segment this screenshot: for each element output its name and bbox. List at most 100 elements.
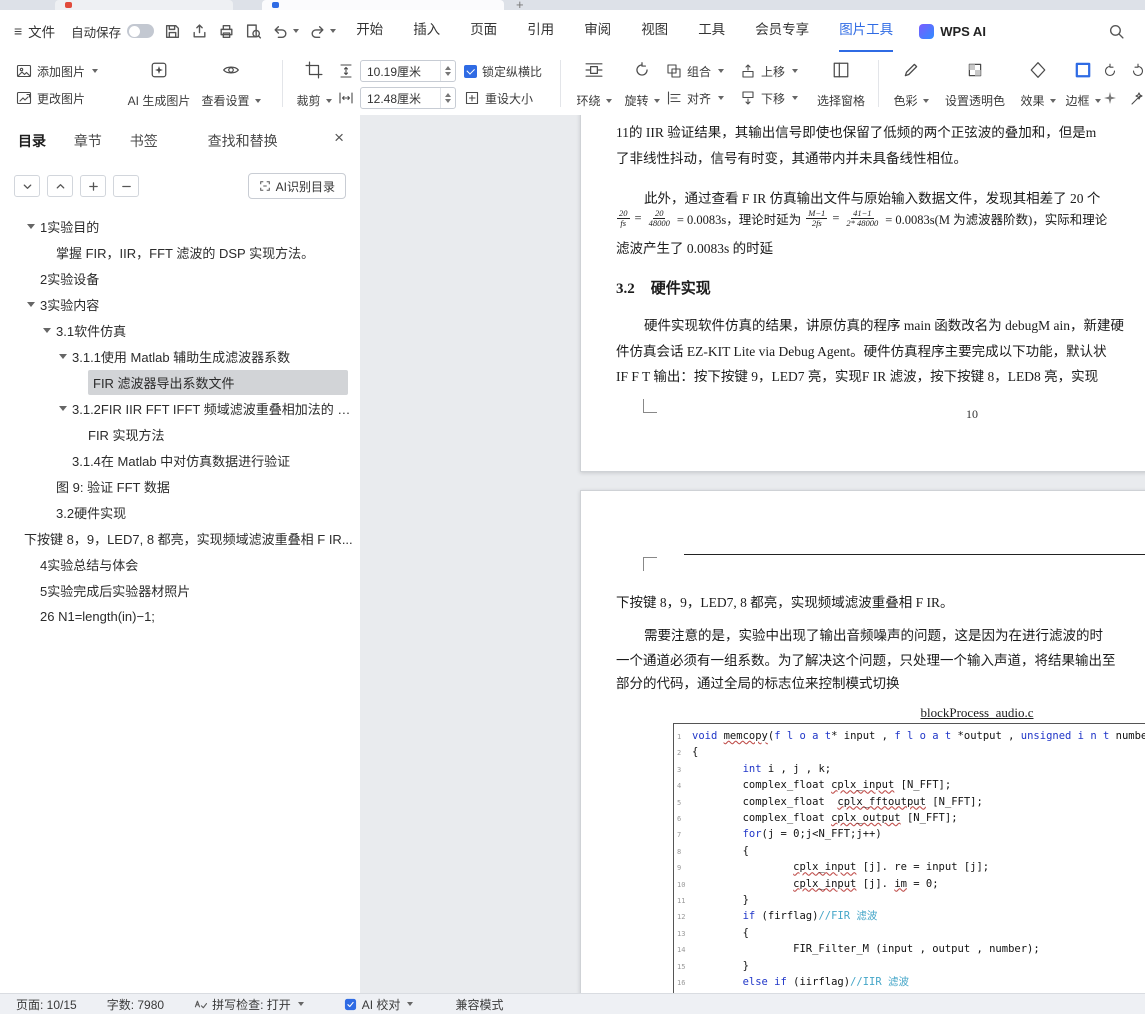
autosave-control[interactable]: 自动保存 <box>71 22 155 41</box>
align-label: 对齐 <box>687 91 712 106</box>
effect-button[interactable]: 效果 <box>1014 58 1062 110</box>
reset-size-label: 重设大小 <box>485 91 534 106</box>
expand-caret-icon[interactable] <box>59 405 67 411</box>
autosave-toggle[interactable] <box>127 24 155 38</box>
color-button[interactable]: 色彩 <box>886 58 936 110</box>
toc-item[interactable]: 3.1.4在 Matlab 中对仿真数据进行验证 <box>0 447 360 473</box>
toc-item[interactable]: 5实验完成后实验器材照片 <box>0 577 360 603</box>
lock-aspect-checkbox[interactable]: 锁定纵横比 <box>464 59 542 83</box>
menu-tab-3[interactable]: 页面 <box>470 10 497 52</box>
toc-item[interactable]: 2实验设备 <box>0 265 360 291</box>
spin-down-icon[interactable] <box>445 72 451 79</box>
expand-caret-icon[interactable] <box>43 327 51 333</box>
toc-item[interactable]: 3.1.1使用 Matlab 辅助生成滤波器系数 <box>0 343 360 369</box>
expand-down-button[interactable] <box>14 175 40 197</box>
search-button[interactable] <box>1108 23 1125 40</box>
document-tab-active[interactable] <box>262 0 504 10</box>
code-line-number: 7 <box>677 831 682 840</box>
reset-picture-icon[interactable] <box>1102 63 1118 79</box>
file-menu-button[interactable]: ≡ 文件 <box>14 21 55 41</box>
set-transparent-button[interactable]: 设置透明色 <box>938 58 1012 110</box>
toc-item[interactable]: 掌握 FIR，IIR，FFT 滤波的 DSP 实现方法。 <box>0 239 360 265</box>
toc-item[interactable]: FIR 滤波器导出系数文件 <box>0 369 360 395</box>
expand-caret-icon[interactable] <box>27 223 35 229</box>
send-backward-button[interactable]: 下移 <box>740 86 799 110</box>
menu-tab-5[interactable]: 审阅 <box>584 10 611 52</box>
view-settings-button[interactable]: 查看设置 <box>200 58 262 110</box>
expand-all-button[interactable] <box>80 175 106 197</box>
menu-tab-1[interactable]: 开始 <box>356 10 383 52</box>
add-picture-button[interactable]: 添加图片 <box>16 59 99 83</box>
width-stepper[interactable] <box>440 88 455 108</box>
spin-up-icon[interactable] <box>445 63 451 70</box>
border-icon <box>1075 62 1091 78</box>
word-count[interactable]: 字数: 7980 <box>107 996 164 1013</box>
toc-item-label: 1实验目的 <box>40 219 100 235</box>
redo-button[interactable] <box>309 23 337 40</box>
picture-height-input[interactable]: 10.19厘米 <box>360 60 456 82</box>
ai-proofread-control[interactable]: AI 校对 <box>344 996 414 1013</box>
document-tab[interactable] <box>55 0 233 10</box>
refresh-picture-icon[interactable] <box>1130 63 1145 79</box>
toc-item[interactable]: 3.1.2FIR IIR FFT IFFT 频域滤波重叠相加法的 DS... <box>0 395 360 421</box>
chevron-down-icon[interactable] <box>330 29 337 33</box>
document-page-10[interactable]: 11的 IIR 验证结果，其输出信号即使也保留了低频的两个正弦波的叠加和，但是m… <box>580 115 1145 472</box>
height-stepper[interactable] <box>440 61 455 81</box>
crop-button[interactable]: 裁剪 <box>290 58 338 110</box>
spell-check-control[interactable]: 拼写检查: 打开 <box>194 996 304 1013</box>
expand-caret-icon[interactable] <box>27 301 35 307</box>
sidebar-tab-find-replace[interactable]: 查找和替换 <box>208 133 278 149</box>
sidebar-tab-bookmarks[interactable]: 书签 <box>130 133 158 149</box>
toc-item[interactable]: FIR 实现方法 <box>0 421 360 447</box>
change-picture-button[interactable]: 更改图片 <box>16 86 98 110</box>
toc-item[interactable]: 4实验总结与体会 <box>0 551 360 577</box>
toc-item[interactable]: 3.1软件仿真 <box>0 317 360 343</box>
chevron-down-icon[interactable] <box>293 29 300 33</box>
spin-up-icon[interactable] <box>445 90 451 97</box>
document-page-11[interactable]: 下按键 8，9，LED7, 8 都亮，实现频域滤波重叠相 F IR。 需要注意的… <box>580 490 1145 993</box>
expand-caret-icon[interactable] <box>59 353 67 359</box>
picture-width-input[interactable]: 12.48厘米 <box>360 87 456 109</box>
ai-generate-picture-button[interactable]: AI 生成图片 <box>124 58 194 110</box>
wrap-text-button[interactable]: 环绕 <box>570 58 618 110</box>
toc-item[interactable]: 下按键 8，9，LED7, 8 都亮，实现频域滤波重叠相 F IR... <box>0 525 360 551</box>
bring-forward-button[interactable]: 上移 <box>740 59 799 83</box>
collapse-all-button[interactable] <box>113 175 139 197</box>
align-button[interactable]: 对齐 <box>666 86 725 110</box>
rotate-button[interactable]: 旋转 <box>618 58 666 110</box>
toc-item[interactable]: 3实验内容 <box>0 291 360 317</box>
export-button[interactable] <box>191 23 208 40</box>
document-area[interactable]: 11的 IIR 验证结果，其输出信号即使也保留了低频的两个正弦波的叠加和，但是m… <box>360 115 1145 993</box>
toc-item[interactable]: 图 9: 验证 FFT 数据 <box>0 473 360 499</box>
undo-button[interactable] <box>272 23 300 40</box>
group-button[interactable]: 组合 <box>666 59 725 83</box>
menu-tab-7[interactable]: 工具 <box>698 10 725 52</box>
border-button[interactable]: 边框 <box>1060 58 1106 110</box>
print-preview-button[interactable] <box>245 23 262 40</box>
sidebar-tab-chapters[interactable]: 章节 <box>74 133 102 149</box>
print-button[interactable] <box>218 23 235 40</box>
toc-item[interactable]: 3.2硬件实现 <box>0 499 360 525</box>
spin-down-icon[interactable] <box>445 99 451 106</box>
page-indicator[interactable]: 页面: 10/15 <box>16 996 77 1013</box>
send-backward-label: 下移 <box>761 91 786 106</box>
collapse-up-button[interactable] <box>47 175 73 197</box>
reset-size-button[interactable]: 重设大小 <box>464 86 542 110</box>
menu-tab-6[interactable]: 视图 <box>641 10 668 52</box>
menu-tab-2[interactable]: 插入 <box>413 10 440 52</box>
menu-tab-8[interactable]: 会员专享 <box>755 10 809 52</box>
close-sidebar-icon[interactable]: × <box>334 129 344 146</box>
sparkle-effect-icon[interactable] <box>1102 90 1118 106</box>
menu-tab-9[interactable]: 图片工具 <box>839 10 894 52</box>
magic-wand-icon[interactable] <box>1130 90 1145 106</box>
ai-recognize-toc-button[interactable]: AI识别目录 <box>247 173 346 199</box>
wps-ai-button[interactable]: WPS AI <box>919 23 986 39</box>
sidebar-tab-toc[interactable]: 目录 <box>18 133 46 149</box>
save-button[interactable] <box>164 23 181 40</box>
selection-pane-button[interactable]: 选择窗格 <box>808 58 874 110</box>
group-label: 组合 <box>687 64 712 79</box>
menu-tab-4[interactable]: 引用 <box>527 10 554 52</box>
checkbox-checked-icon[interactable] <box>464 64 477 78</box>
toc-item[interactable]: 26 N1=length(in)−1; <box>0 603 360 629</box>
toc-item[interactable]: 1实验目的 <box>0 213 360 239</box>
